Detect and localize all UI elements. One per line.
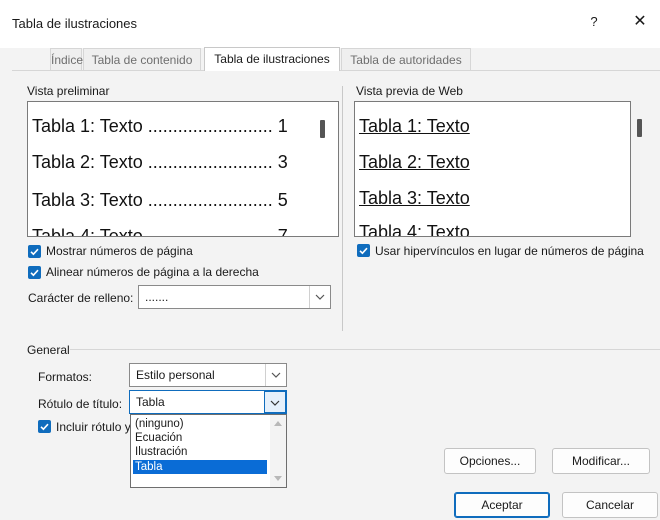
tab-tabla-de-contenido[interactable]: Tabla de contenido [83,48,201,70]
web-preview-line: Tabla 1: Texto [359,116,470,136]
dropdown-option[interactable]: (ninguno) [133,417,267,431]
print-preview-box: Tabla 1: Texto .........................… [27,101,339,237]
caption-label-label: Rótulo de título: [38,397,123,411]
include-label-checkbox[interactable] [38,420,51,433]
tab-tabla-de-ilustraciones[interactable]: Tabla de ilustraciones [204,47,340,71]
print-preview-line: Tabla 3: Texto .........................… [32,190,288,210]
help-button[interactable]: ? [580,10,608,34]
column-divider [342,86,343,331]
include-label-text[interactable]: Incluir rótulo y [56,420,131,434]
dropdown-scrollbar[interactable] [270,415,286,487]
web-preview-line: Tabla 2: Texto [359,152,470,172]
align-right-checkbox[interactable] [28,266,41,279]
show-page-numbers-checkbox[interactable] [28,245,41,258]
dropdown-option[interactable]: Ecuación [133,431,267,445]
checkmark-icon [359,247,368,255]
caption-label-dropdown[interactable]: (ninguno) Ecuación Ilustración Tabla [130,414,287,488]
chevron-down-icon[interactable] [265,364,286,386]
web-preview-scrollbar[interactable] [637,119,642,137]
dialog-title: Tabla de ilustraciones [12,16,138,31]
tab-leader-value: ....... [145,290,169,304]
web-preview-line: Tabla 4: Texto [359,222,470,237]
tab-tabla-de-autoridades[interactable]: Tabla de autoridades [341,48,471,70]
print-preview-line: Tabla 4: Texto .........................… [32,226,288,237]
cancel-button[interactable]: Cancelar [562,492,658,518]
checkmark-icon [30,248,39,256]
chevron-down-icon[interactable] [309,286,330,308]
tab-indice[interactable]: Índice [50,48,83,70]
caption-label-value: Tabla [136,395,165,409]
modify-button[interactable]: Modificar... [552,448,650,474]
general-section-label: General [27,343,70,357]
print-preview-label: Vista preliminar [27,84,110,98]
checkmark-icon [40,423,49,431]
formats-value: Estilo personal [136,368,215,382]
formats-label: Formatos: [38,370,93,384]
align-right-label[interactable]: Alinear números de página a la derecha [46,265,259,279]
print-preview-line: Tabla 2: Texto .........................… [32,152,288,172]
scroll-arrows-icon [274,421,282,481]
web-preview-line: Tabla 3: Texto [359,188,470,208]
print-preview-scrollbar[interactable] [320,120,325,138]
ok-button[interactable]: Aceptar [454,492,550,518]
caption-label-combo[interactable]: Tabla [129,390,287,414]
use-hyperlinks-checkbox[interactable] [357,244,370,257]
web-preview-label: Vista previa de Web [356,84,463,98]
show-page-numbers-label[interactable]: Mostrar números de página [46,244,193,258]
dropdown-option[interactable]: Ilustración [133,445,267,459]
general-divider [70,349,660,350]
chevron-down-icon[interactable] [264,391,286,413]
dropdown-option-selected[interactable]: Tabla [133,460,267,474]
checkmark-icon [30,269,39,277]
tab-leader-label: Carácter de relleno: [28,291,134,305]
print-preview-line: Tabla 1: Texto .........................… [32,116,288,136]
options-button[interactable]: Opciones... [444,448,536,474]
close-button[interactable]: ✕ [626,10,654,34]
formats-combo[interactable]: Estilo personal [129,363,287,387]
use-hyperlinks-label[interactable]: Usar hipervínculos en lugar de números d… [375,244,644,258]
web-preview-box: Tabla 1: Texto Tabla 2: Texto Tabla 3: T… [354,101,631,237]
tab-leader-combo[interactable]: ....... [138,285,331,309]
